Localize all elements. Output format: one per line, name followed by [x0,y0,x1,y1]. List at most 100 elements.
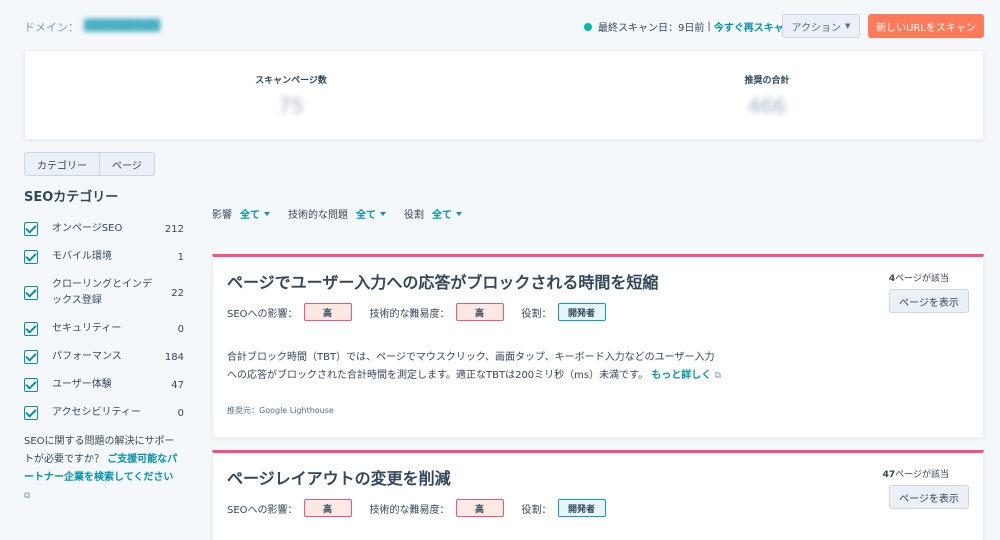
view-pages-button[interactable]: ページを表示 [889,289,969,313]
sidebar-title: SEOカテゴリー [24,190,119,205]
category-checkbox[interactable] [24,250,38,264]
learn-more-link[interactable]: もっと詳しく [651,370,711,381]
recommendation-card: ページレイアウトの変更を削減 47ページが該当 ページを表示 SEOへの影響： … [212,450,984,540]
scanned-pages-stat: スキャンページ数 75 [211,73,371,118]
domain-label: ドメイン： [24,21,79,34]
role-badge: 開発者 [557,303,606,321]
recommendation-description: 合計ブロック時間（TBT）では、ページでマウスクリック、画面タップ、キーボード入… [227,349,721,385]
actions-button[interactable]: アクション ▼ [782,14,860,38]
category-item-accessibility[interactable]: アクセシビリティー 0 [24,399,184,427]
category-item-crawling-indexing[interactable]: クローリングとインデックス登録 22 [24,271,184,315]
seo-impact: SEOへの影響： 高 [227,303,352,321]
category-label: アクセシビリティー [52,407,141,418]
role-filter-value[interactable]: 全て [432,206,452,221]
category-count: 0 [177,323,184,335]
category-checkbox[interactable] [24,406,38,420]
stats-card: スキャンページ数 75 推奨の合計 466 [24,50,984,140]
scan-status: 最終スキャン日：9日前 | 今すぐ再スキャン [584,19,794,34]
scanned-pages-label: スキャンページ数 [255,76,327,86]
category-count: 47 [171,379,184,391]
category-label: クローリングとインデックス登録 [52,279,152,306]
recommendation-card: ページでユーザー入力への応答がブロックされる時間を短縮 4ページが該当 ページを… [212,254,984,438]
category-count: 212 [164,223,184,235]
technical-difficulty-label: 技術的な難易度： [369,308,450,320]
technical-filter-value[interactable]: 全て [356,206,376,221]
role: 役割： 開発者 [522,499,606,517]
new-url-scan-button[interactable]: 新しいURLをスキャン [868,14,984,38]
affected-pages-suffix: ページが該当 [895,274,949,284]
seo-impact-badge: 高 [303,303,352,321]
last-scan-text: 最終スキャン日：9日前 [598,23,705,34]
role-label: 役割： [521,504,552,516]
impact-filter[interactable]: 影響 全て [212,206,270,221]
actions-button-label: アクション [791,22,842,34]
page-view-button[interactable]: ページ [100,152,155,176]
separator: | [707,21,711,32]
technical-difficulty-label: 技術的な難易度： [369,504,450,516]
filter-bar: 影響 全て 技術的な問題 全て 役割 全て [212,206,462,221]
affected-pages-suffix: ページが該当 [895,470,949,480]
total-recommendations-stat: 推奨の合計 466 [687,73,847,118]
role-badge: 開発者 [557,499,606,517]
caret-down-icon [456,211,462,216]
category-item-security[interactable]: セキュリティー 0 [24,315,184,343]
seo-category-sidebar: SEOカテゴリー オンページSEO 212 モバイル環境 1 クローリングとイン… [24,186,184,505]
domain-selector[interactable]: █████████ [84,19,160,32]
category-checkbox[interactable] [24,322,38,336]
category-label: モバイル環境 [52,251,112,262]
recommendation-meta: SEOへの影響： 高 技術的な難易度： 高 役割： 開発者 [227,303,624,321]
category-item-mobile[interactable]: モバイル環境 1 [24,243,184,271]
role-filter-label: 役割 [404,210,424,221]
technical-difficulty: 技術的な難易度： 高 [370,499,504,517]
view-toggle: カテゴリー ページ [24,152,155,176]
technical-difficulty-badge: 高 [455,303,504,321]
recommendation-title: ページレイアウトの変更を削減 [227,469,451,488]
recommendation-meta: SEOへの影響： 高 技術的な難易度： 高 役割： 開発者 [227,499,624,517]
caret-down-icon [264,211,270,216]
category-count: 1 [177,251,184,263]
category-item-user-experience[interactable]: ユーザー体験 47 [24,371,184,399]
technical-difficulty-badge: 高 [455,499,504,517]
category-item-onpage-seo[interactable]: オンページSEO 212 [24,215,184,243]
technical-issue-filter[interactable]: 技術的な問題 全て [288,206,386,221]
affected-pages-count: 47ページが該当 [883,467,949,480]
category-item-performance[interactable]: パフォーマンス 184 [24,343,184,371]
seo-impact: SEOへの影響： 高 [227,499,352,517]
top-bar: ドメイン： █████████ 最終スキャン日：9日前 | 今すぐ再スキャン ア… [0,0,1000,50]
impact-filter-value[interactable]: 全て [240,206,260,221]
scanned-pages-value: 75 [278,94,304,118]
total-recommendations-label: 推奨の合計 [744,76,790,86]
role-label: 役割： [521,308,552,320]
caret-down-icon: ▼ [845,22,851,30]
category-label: ユーザー体験 [52,379,112,390]
affected-pages-number: 47 [882,470,896,480]
support-text-block: SEOに関する問題の解決にサポートが必要ですか？ ご支援可能なパートナー企業を検… [24,433,184,505]
category-label: セキュリティー [52,323,122,334]
recommendation-title: ページでユーザー入力への応答がブロックされる時間を短縮 [227,273,659,292]
category-count: 0 [177,407,184,419]
status-dot-icon [584,22,592,31]
seo-impact-label: SEOへの影響： [227,308,298,320]
category-checkbox[interactable] [24,378,38,392]
view-pages-button[interactable]: ページを表示 [889,485,969,509]
description-text: 合計ブロック時間（TBT）では、ページでマウスクリック、画面タップ、キーボード入… [227,352,715,381]
role-filter[interactable]: 役割 全て [404,206,462,221]
impact-filter-label: 影響 [212,210,232,221]
category-label: オンページSEO [52,223,123,234]
caret-down-icon [380,211,386,216]
external-link-icon: ⧉ [24,491,31,501]
category-checkbox[interactable] [24,286,38,300]
recommendation-source: 推奨元：Google Lighthouse [227,406,334,415]
external-link-icon: ⧉ [714,371,721,381]
technical-difficulty: 技術的な難易度： 高 [370,303,504,321]
category-checkbox[interactable] [24,350,38,364]
seo-impact-badge: 高 [303,499,352,517]
role: 役割： 開発者 [522,303,606,321]
technical-filter-label: 技術的な問題 [288,210,348,221]
category-view-button[interactable]: カテゴリー [24,152,100,176]
seo-impact-label: SEOへの影響： [227,504,298,516]
total-recommendations-value: 466 [747,94,787,118]
category-count: 22 [171,287,184,299]
category-count: 184 [164,351,184,363]
category-checkbox[interactable] [24,222,38,236]
